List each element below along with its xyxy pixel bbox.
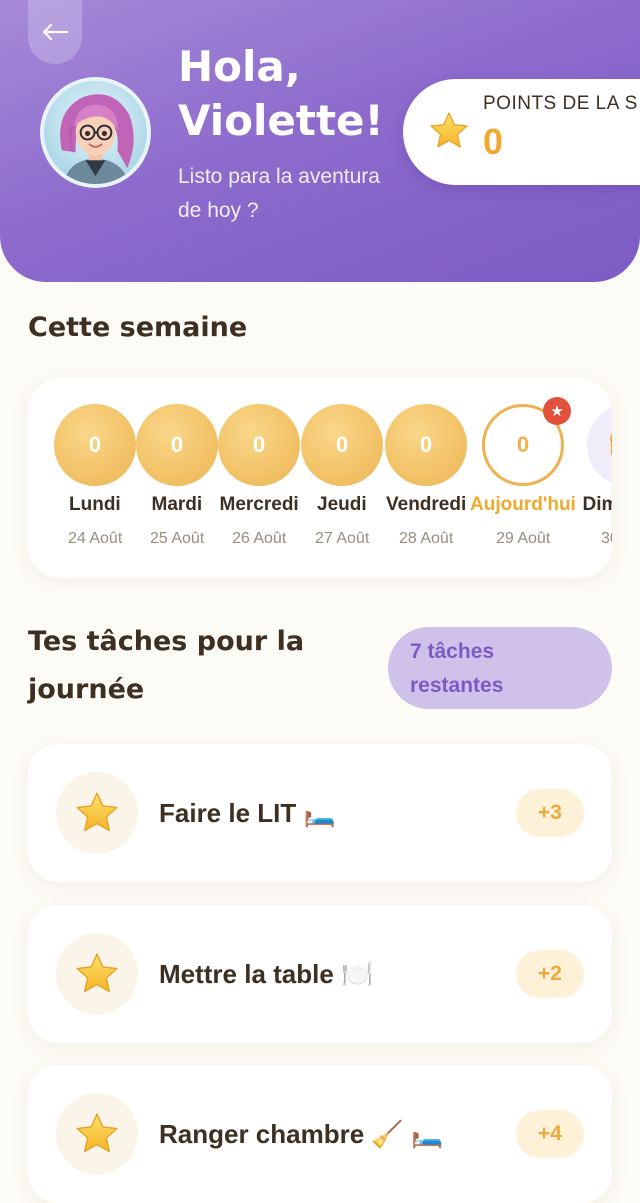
day-circle-mardi[interactable]: 0 xyxy=(136,404,218,486)
greeting-title: Hola, Violette! xyxy=(178,42,384,145)
greeting-subtitle: Listo para la aventura de hoy ? xyxy=(178,165,380,222)
task-status-icon[interactable] xyxy=(56,1093,138,1175)
today-star-badge: ★ xyxy=(543,397,571,425)
task-label: Faire le LIT 🛏️ xyxy=(159,797,336,828)
day-name: Jeudi xyxy=(317,494,367,515)
day-name: Dimanche xyxy=(582,494,613,515)
star-icon xyxy=(76,953,118,993)
header-banner: Hola, Violette! Listo para la aventura d… xyxy=(0,0,640,282)
tasks-section-title: Tes tâches pour la journée xyxy=(28,626,305,705)
star-icon xyxy=(76,792,118,832)
day-circle-vendredi[interactable]: 0 xyxy=(385,404,467,486)
task-status-icon[interactable] xyxy=(56,772,138,854)
day-name: Mercredi xyxy=(219,494,299,515)
day-circle-jeudi[interactable]: 0 xyxy=(301,404,383,486)
task-points-badge: +2 xyxy=(516,950,584,998)
points-value: 0 xyxy=(483,121,504,162)
arrow-left-icon xyxy=(42,23,69,41)
weekly-points-card[interactable]: POINTS DE LA S 0 xyxy=(403,79,640,185)
task-card[interactable]: Faire le LIT 🛏️ +3 xyxy=(28,744,612,882)
star-icon xyxy=(76,1113,118,1153)
task-card[interactable]: Mettre la table 🍽️ +2 xyxy=(28,905,612,1043)
remaining-tasks-badge: 7 tâches restantes xyxy=(388,627,612,709)
day-date: 25 Août xyxy=(150,530,205,547)
task-points-badge: +4 xyxy=(516,1110,584,1158)
week-section-title: Cette semaine xyxy=(28,312,248,343)
task-card[interactable]: Ranger chambre 🧹 🛏️ +4 xyxy=(28,1065,612,1203)
day-date: 26 Août xyxy=(232,530,287,547)
girl-avatar-icon xyxy=(44,81,147,184)
day-name: Lundi xyxy=(69,494,121,515)
day-date: 28 Août xyxy=(399,530,454,547)
task-label: Ranger chambre 🧹 🛏️ xyxy=(159,1118,444,1149)
avatar[interactable] xyxy=(40,77,151,188)
points-label: POINTS DE LA S xyxy=(483,93,638,114)
day-date: 27 Août xyxy=(315,530,370,547)
day-date: 29 Août xyxy=(496,530,551,547)
task-status-icon[interactable] xyxy=(56,933,138,1015)
day-date: 24 Août xyxy=(68,530,123,547)
day-date: 30 Août xyxy=(601,530,612,547)
day-name: Aujourd'hui xyxy=(470,494,576,515)
star-icon xyxy=(430,112,468,148)
day-name: Vendredi xyxy=(386,494,467,515)
task-label: Mettre la table 🍽️ xyxy=(159,958,374,989)
day-name: Mardi xyxy=(151,494,203,515)
back-button[interactable] xyxy=(28,0,82,64)
week-card: 0 Lundi 24 Août 0 Mardi 25 Août 0 Mercredi 26 Ao… xyxy=(28,378,612,578)
day-circle-dimanche[interactable]: 🎁 xyxy=(587,404,612,486)
day-circle-lundi[interactable]: 0 xyxy=(54,404,136,486)
task-points-badge: +3 xyxy=(516,789,584,837)
day-circle-mercredi[interactable]: 0 xyxy=(218,404,300,486)
